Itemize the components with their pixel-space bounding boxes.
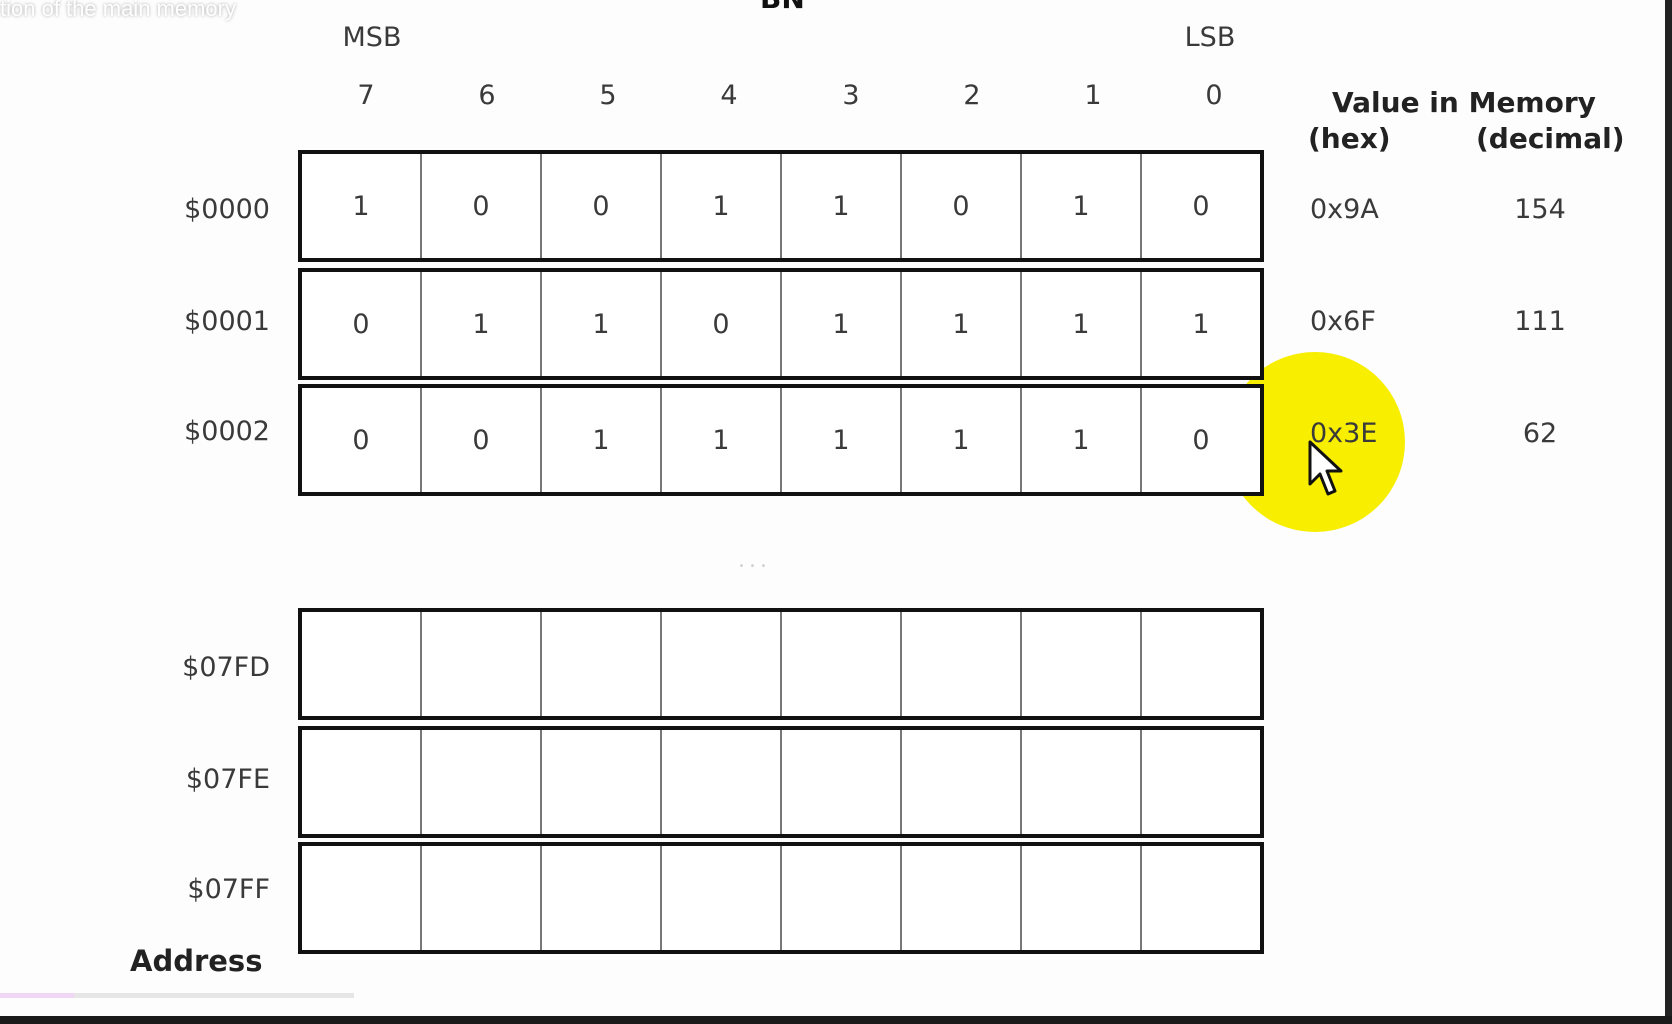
bit-cell [1022, 612, 1142, 716]
bit-cell: 0 [422, 154, 542, 258]
bit-cell [542, 846, 662, 950]
value-in-memory-header: Value in Memory [1332, 86, 1596, 119]
address-axis-label: Address [130, 944, 263, 978]
bit-cell [1022, 730, 1142, 834]
mouse-pointer-icon [1308, 440, 1343, 496]
video-title: tion of the main memory [0, 0, 236, 21]
bit-cell [662, 846, 782, 950]
video-frame: tion of the main memory BN MSB LSB 7 6 5 4 3… [0, 0, 1672, 1024]
bit-cell: 0 [902, 154, 1022, 258]
bit-cell [902, 730, 1022, 834]
bit-cell: 0 [302, 272, 422, 376]
memory-address-label: $0002 [184, 416, 270, 447]
memory-row: 10011010 [298, 150, 1264, 262]
memory-address-label: $07FF [187, 874, 270, 905]
bit-index-label: 7 [357, 80, 375, 111]
bit-cell [782, 612, 902, 716]
bit-cell [302, 730, 422, 834]
bit-cell: 1 [1022, 154, 1142, 258]
frame-edge-right [1665, 0, 1672, 1024]
bit-cell: 1 [662, 388, 782, 492]
bit-cell [542, 612, 662, 716]
bit-cell [302, 612, 422, 716]
memory-address-label: $0001 [184, 306, 270, 337]
bit-cell: 1 [422, 272, 542, 376]
memory-row [298, 608, 1264, 720]
bit-cell [902, 846, 1022, 950]
bit-cell [782, 730, 902, 834]
video-progress-bar[interactable] [0, 993, 354, 998]
memory-address-label: $0000 [184, 194, 270, 225]
hex-column-header: (hex) [1308, 122, 1391, 155]
bit-cell: 0 [1192, 424, 1210, 456]
bit-cell: 1 [902, 388, 1022, 492]
frame-edge-bottom [0, 1016, 1672, 1024]
bit-cell: 1 [782, 154, 902, 258]
bit-cell: 0 [662, 272, 782, 376]
decimal-column-header: (decimal) [1476, 122, 1625, 155]
decimal-value: 111 [1514, 306, 1566, 337]
bit-cell [662, 612, 782, 716]
bit-cell [422, 612, 542, 716]
hex-value: 0x9A [1310, 194, 1379, 225]
hex-value: 0x6F [1310, 306, 1376, 337]
bit-cell [1022, 846, 1142, 950]
bit-cell [422, 846, 542, 950]
bit-index-label: 1 [1084, 80, 1102, 111]
bit-cell [662, 730, 782, 834]
lsb-label: LSB [1184, 22, 1236, 53]
bit-cell: 1 [1022, 388, 1142, 492]
bit-index-label: 4 [720, 80, 738, 111]
bit-cell: 1 [662, 154, 782, 258]
bit-cell [302, 846, 422, 950]
memory-address-label: $07FE [185, 764, 270, 795]
bit-cell: 1 [782, 388, 902, 492]
bit-cell: 1 [1192, 308, 1210, 340]
bit-cell: 0 [302, 388, 422, 492]
bit-cell [902, 612, 1022, 716]
diagram-top-heading: BN [760, 0, 805, 15]
bit-cell: 1 [782, 272, 902, 376]
memory-row [298, 726, 1264, 838]
bit-index-label: 6 [478, 80, 496, 111]
bit-cell: 0 [542, 154, 662, 258]
memory-row: 01101111 [298, 268, 1264, 380]
memory-address-label: $07FD [182, 652, 270, 683]
bit-cell [1142, 612, 1260, 716]
bit-cell [542, 730, 662, 834]
bit-index-label: 2 [963, 80, 981, 111]
bit-cell: 1 [542, 388, 662, 492]
decimal-value: 62 [1522, 418, 1558, 449]
video-progress-fill [0, 993, 75, 998]
bit-cell: 1 [302, 154, 422, 258]
bit-cell [422, 730, 542, 834]
memory-row [298, 842, 1264, 954]
bit-cell [1142, 730, 1260, 834]
bit-cell: 1 [1022, 272, 1142, 376]
bit-cell: 0 [1192, 190, 1210, 222]
bit-index-label: 3 [842, 80, 860, 111]
bit-index-label: 5 [599, 80, 617, 111]
msb-label: MSB [342, 22, 402, 53]
memory-row: 00111110 [298, 384, 1264, 496]
bit-cell [1142, 846, 1260, 950]
bit-cell: 1 [542, 272, 662, 376]
decimal-value: 154 [1514, 194, 1566, 225]
bit-cell [782, 846, 902, 950]
ellipsis: ... [738, 548, 771, 573]
bit-index-label: 0 [1205, 80, 1223, 111]
bit-cell: 1 [902, 272, 1022, 376]
bit-cell: 0 [422, 388, 542, 492]
